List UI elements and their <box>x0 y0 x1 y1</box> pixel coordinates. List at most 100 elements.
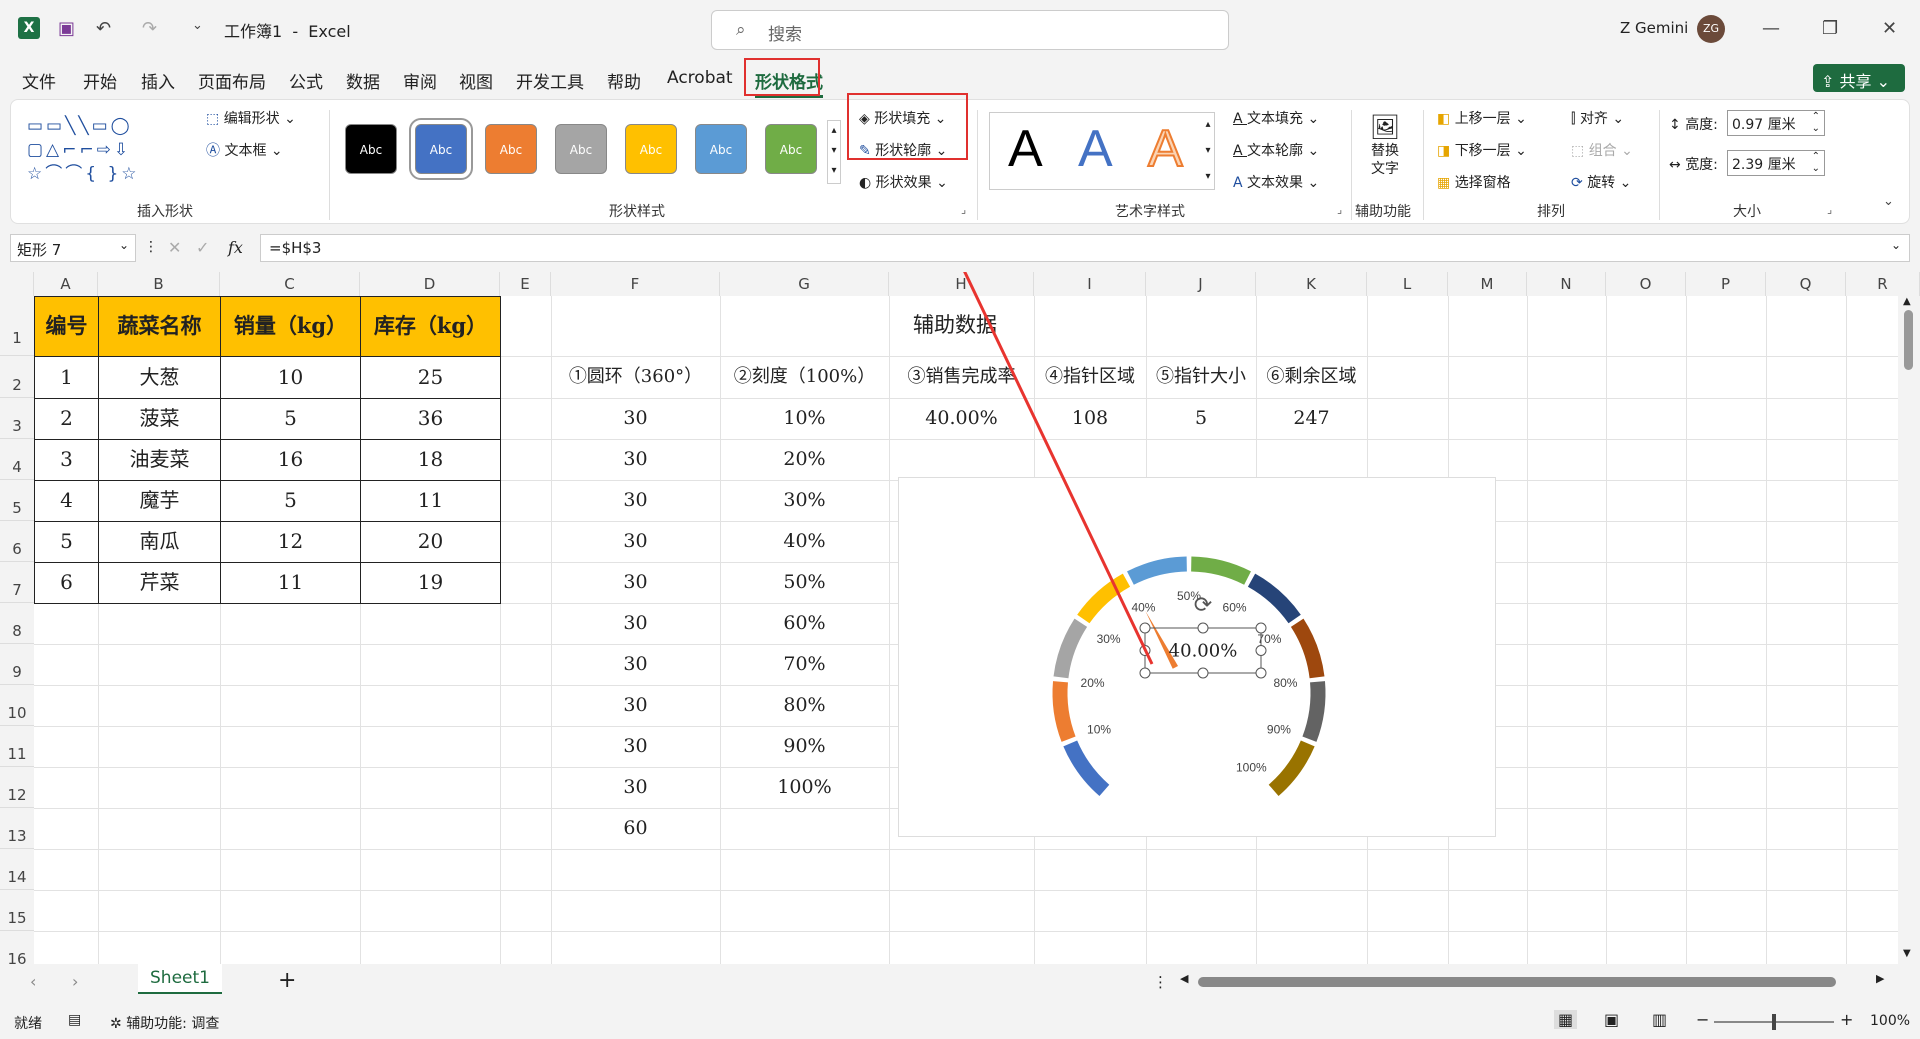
text-effects-icon: A <box>1233 175 1248 191</box>
wordart-blue[interactable]: A <box>1078 119 1113 179</box>
group-button[interactable]: ⬚ 组合 ⌄ <box>1571 140 1633 160</box>
text-effects-button[interactable]: A 文本效果 ⌄ <box>1233 172 1319 192</box>
dialog-launcher-icon[interactable]: ⌟ <box>1827 203 1832 216</box>
vertical-scrollbar[interactable]: ▲ ▼ <box>1898 296 1920 964</box>
shape-style-swatch[interactable]: Abc <box>555 124 607 174</box>
redo-icon[interactable]: ↷ <box>142 18 157 39</box>
wordart-black[interactable]: A <box>1008 119 1043 179</box>
more-icon[interactable]: ⋮ <box>144 239 158 255</box>
zoom-slider[interactable] <box>1714 1014 1834 1030</box>
rotate-button[interactable]: ⟳ 旋转 ⌄ <box>1571 172 1631 192</box>
group-label-shape-styles: 形状样式 <box>609 204 665 220</box>
width-input[interactable]: 2.39 厘米 ⌃ ⌄ <box>1727 150 1825 176</box>
expand-formula-icon[interactable]: ⌄ <box>1891 238 1901 252</box>
text-outline-button[interactable]: A 文本轮廓 ⌄ <box>1233 140 1319 160</box>
tab-review[interactable]: 审阅 <box>403 68 437 93</box>
separator <box>1659 110 1660 220</box>
tab-developer[interactable]: 开发工具 <box>516 68 584 93</box>
tab-formulas[interactable]: 公式 <box>289 68 323 93</box>
search-box[interactable]: ⌕ 搜索 <box>711 10 1229 50</box>
horizontal-scrollbar[interactable]: ◀ ▶ <box>1180 972 1890 992</box>
tab-view[interactable]: 视图 <box>459 68 493 93</box>
undo-icon[interactable]: ↶ <box>96 18 111 39</box>
scroll-up-icon[interactable]: ▲ <box>1903 296 1911 307</box>
edit-shape-button[interactable]: ⬚ 编辑形状 ⌄ <box>206 108 296 128</box>
shapes-gallery[interactable]: ▭▭╲╲▭◯ ▢△⌐⌐⇨⇩ ☆⌒⌒{ }☆ <box>27 114 177 186</box>
zoom-level[interactable]: 100% <box>1870 1013 1910 1029</box>
collapse-ribbon-icon[interactable]: ⌄ <box>1883 194 1894 209</box>
macro-record-icon[interactable]: ▤ <box>68 1012 81 1028</box>
menu-bar: 文件 开始 插入 页面布局 公式 数据 审阅 视图 开发工具 帮助 Acroba… <box>0 58 1920 98</box>
name-box[interactable]: 矩形 7 ⌄ <box>10 234 136 262</box>
height-input[interactable]: 0.97 厘米 ⌃ ⌄ <box>1727 110 1825 136</box>
worksheet-grid[interactable]: ABCDEFGHIJKLMNOPQR 1 2 3 4 5 6 7 8 9 10 11 12 13 14 15… <box>0 272 1920 964</box>
selection-pane-button[interactable]: ▦ 选择窗格 <box>1437 172 1511 192</box>
normal-view-icon[interactable]: ▦ <box>1554 1010 1578 1029</box>
send-backward-button[interactable]: ◨ 下移一层 ⌄ <box>1437 140 1527 160</box>
accessibility-status[interactable]: ✲ 辅助功能: 调查 <box>110 1013 219 1033</box>
group-label-arrange: 排列 <box>1537 204 1565 220</box>
tab-insert[interactable]: 插入 <box>141 68 175 93</box>
shape-style-swatch[interactable]: Abc <box>625 124 677 174</box>
tab-page-layout[interactable]: 页面布局 <box>198 68 266 93</box>
page-layout-view-icon[interactable]: ▣ <box>1604 1010 1619 1029</box>
dialog-launcher-icon[interactable]: ⌟ <box>961 203 966 216</box>
text-outline-icon: A <box>1233 143 1248 159</box>
prev-sheet-icon[interactable]: ‹ <box>30 972 36 991</box>
close-icon[interactable]: ✕ <box>1882 18 1897 39</box>
bring-forward-icon: ◧ <box>1437 111 1455 127</box>
minimize-icon[interactable]: — <box>1762 18 1780 39</box>
add-sheet-icon[interactable]: + <box>278 968 296 993</box>
shape-style-swatch[interactable]: Abc <box>765 124 817 174</box>
more-options-icon[interactable]: ⋮ <box>1153 973 1168 991</box>
shape-style-swatch[interactable]: Abc <box>409 118 473 180</box>
cancel-icon[interactable]: ✕ <box>168 238 181 257</box>
zoom-out-icon[interactable]: − <box>1696 1010 1709 1029</box>
tab-home[interactable]: 开始 <box>83 68 117 93</box>
gallery-scroll[interactable]: ▴ ▾ ▾ <box>827 120 841 184</box>
zoom-slider-thumb[interactable] <box>1772 1014 1776 1030</box>
scroll-down-icon[interactable]: ▼ <box>1903 948 1911 959</box>
search-icon: ⌕ <box>736 20 746 40</box>
alt-text-icon: 🖼 <box>1369 113 1401 141</box>
dialog-launcher-icon[interactable]: ⌟ <box>1337 203 1342 216</box>
avatar[interactable]: ZG <box>1697 15 1725 43</box>
scroll-right-icon[interactable]: ▶ <box>1876 972 1884 985</box>
share-icon: ⇪ <box>1821 72 1840 91</box>
text-box-icon: Ⓐ <box>206 143 225 159</box>
insert-function-icon[interactable]: fx <box>228 238 243 257</box>
formula-input[interactable]: =$H$3 ⌄ <box>260 234 1910 262</box>
title-bar: X ▣ ↶ ↷ ⌄ 工作簿1 - Excel ⌕ 搜索 Z Gemini ZG … <box>0 0 1920 56</box>
zoom-in-icon[interactable]: + <box>1840 1010 1853 1029</box>
align-button[interactable]: ⫿ 对齐 ⌄ <box>1571 108 1624 128</box>
bring-forward-button[interactable]: ◧ 上移一层 ⌄ <box>1437 108 1527 128</box>
tab-file[interactable]: 文件 <box>22 68 56 93</box>
group-label-insert-shapes: 插入形状 <box>137 204 193 220</box>
text-fill-button[interactable]: A 文本填充 ⌄ <box>1233 108 1319 128</box>
share-button[interactable]: ⇪ 共享 ⌄ <box>1813 64 1905 92</box>
tab-help[interactable]: 帮助 <box>607 68 641 93</box>
tab-acrobat[interactable]: Acrobat <box>667 68 733 88</box>
restore-icon[interactable]: ❐ <box>1822 18 1838 39</box>
save-icon[interactable]: ▣ <box>58 18 75 39</box>
alt-text-button[interactable]: 🖼 替换 文字 <box>1361 112 1409 178</box>
shape-effects-button[interactable]: ◐ 形状效果 ⌄ <box>859 172 948 192</box>
height-icon: ↕ <box>1669 117 1686 133</box>
tab-data[interactable]: 数据 <box>346 68 380 93</box>
horizontal-scroll-thumb[interactable] <box>1198 977 1836 987</box>
sheet-tab-sheet1[interactable]: Sheet1 <box>138 964 222 994</box>
next-sheet-icon[interactable]: › <box>72 972 78 991</box>
vertical-scroll-thumb[interactable] <box>1904 310 1913 370</box>
chevron-down-icon: ⌄ <box>118 238 129 252</box>
scroll-left-icon[interactable]: ◀ <box>1180 972 1188 985</box>
wordart-gallery[interactable]: A A A <box>989 112 1215 190</box>
wordart-scroll[interactable]: ▴ ▾ ▾ <box>1201 112 1215 190</box>
enter-icon[interactable]: ✓ <box>196 238 209 257</box>
wordart-orange[interactable]: A <box>1147 119 1184 179</box>
page-break-view-icon[interactable]: ▥ <box>1652 1010 1667 1029</box>
shape-style-swatch[interactable]: Abc <box>695 124 747 174</box>
shape-style-swatch[interactable]: Abc <box>345 124 397 174</box>
customize-qat-icon[interactable]: ⌄ <box>192 18 203 33</box>
shape-style-swatch[interactable]: Abc <box>485 124 537 174</box>
text-box-button[interactable]: Ⓐ 文本框 ⌄ <box>206 140 283 160</box>
